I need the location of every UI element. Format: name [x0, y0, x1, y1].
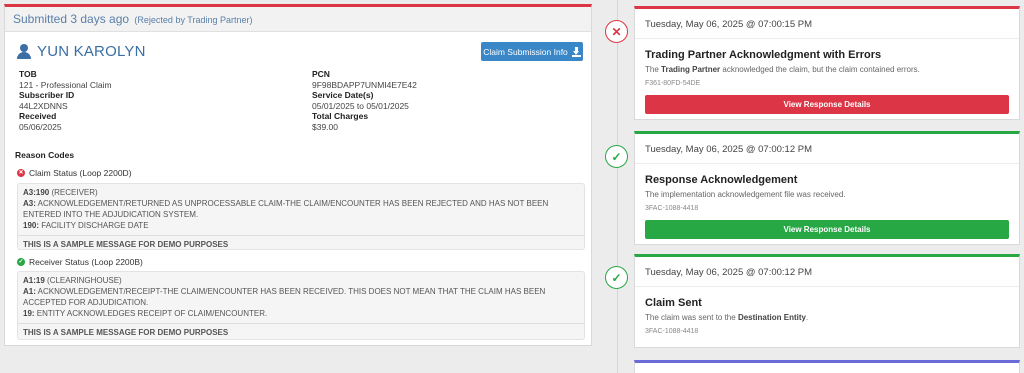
- claim-status-line: ✕ Claim Status (Loop 2200D): [17, 168, 132, 178]
- service-date-label: Service Date(s): [312, 90, 374, 100]
- check-circle-icon: ✓: [605, 266, 628, 289]
- event-date: Tuesday, May 06, 2025 @ 07:00:12 PM: [635, 134, 1019, 164]
- a-text: ACKNOWLEDGEMENT/RECEIPT-THE CLAIM/ENCOUN…: [23, 287, 546, 307]
- user-icon: [17, 44, 31, 59]
- claim-status-message: A3:190 (RECEIVER) A3: ACKNOWLEDGEMENT/RE…: [17, 183, 585, 250]
- timeline-event-trading-partner-error: Tuesday, May 06, 2025 @ 07:00:15 PM Trad…: [634, 6, 1020, 120]
- total-charges-label: Total Charges: [312, 111, 369, 121]
- receiver-status-message: A1:19 (CLEARINGHOUSE) A1: ACKNOWLEDGEMEN…: [17, 271, 585, 340]
- fields-left: TOB 121 - Professional Claim Subscriber …: [19, 69, 112, 132]
- code-line: A3:190: [23, 188, 50, 197]
- sample-message: THIS IS A SAMPLE MESSAGE FOR DEMO PURPOS…: [23, 328, 229, 337]
- check-icon: ✓: [17, 258, 25, 266]
- timeline-event-next: [634, 360, 1020, 373]
- received-value: 05/06/2025: [19, 121, 62, 132]
- b-text: ENTITY ACKNOWLEDGES RECEIPT OF CLAIM/ENC…: [36, 309, 268, 318]
- b-code: 190:: [23, 221, 40, 230]
- submission-header: Submitted 3 days ago (Rejected by Tradin…: [5, 7, 591, 32]
- sample-message: THIS IS A SAMPLE MESSAGE FOR DEMO PURPOS…: [23, 240, 229, 249]
- claim-card: Submitted 3 days ago (Rejected by Tradin…: [4, 4, 592, 346]
- tob-label: TOB: [19, 69, 37, 79]
- event-description: The claim was sent to the Destination En…: [645, 313, 809, 322]
- event-title: Claim Sent: [645, 297, 702, 309]
- event-date: Tuesday, May 06, 2025 @ 07:00:12 PM: [635, 257, 1019, 287]
- event-description: The implementation acknowledgement file …: [645, 190, 846, 199]
- total-charges-value: $39.00: [312, 121, 338, 132]
- b-text: FACILITY DISCHARGE DATE: [41, 221, 149, 230]
- reason-codes-title: Reason Codes: [15, 150, 75, 160]
- event-title: Response Acknowledgement: [645, 174, 798, 186]
- a-code: A1:: [23, 287, 36, 296]
- event-date: Tuesday, May 06, 2025 @ 07:00:15 PM: [635, 9, 1019, 39]
- patient-name-row: YUN KAROLYN: [17, 43, 146, 60]
- check-circle-icon: ✓: [605, 145, 628, 168]
- error-circle-icon: ✕: [605, 20, 628, 43]
- patient-name: YUN KAROLYN: [37, 43, 146, 60]
- claim-submission-info-button[interactable]: Claim Submission Info: [481, 42, 583, 61]
- b-code: 19:: [23, 309, 35, 318]
- a-text: ACKNOWLEDGEMENT/RETURNED AS UNPROCESSABL…: [23, 199, 549, 219]
- view-response-details-button[interactable]: View Response Details: [645, 95, 1009, 114]
- timeline-event-response-ack: Tuesday, May 06, 2025 @ 07:00:12 PM Resp…: [634, 131, 1020, 245]
- download-icon: [571, 47, 581, 57]
- a-code: A3:: [23, 199, 36, 208]
- claim-submission-info-label: Claim Submission Info: [483, 46, 568, 57]
- page: Submitted 3 days ago (Rejected by Tradin…: [0, 0, 1024, 373]
- code-line: A1:19: [23, 276, 45, 285]
- code-note: (CLEARINGHOUSE): [47, 276, 122, 285]
- pcn-value: 9F98BDAPP7UNMI4E7E42: [312, 79, 417, 90]
- claim-status-label: Claim Status (Loop 2200D): [29, 168, 132, 178]
- code-note: (RECEIVER): [51, 188, 98, 197]
- error-icon: ✕: [17, 169, 25, 177]
- subscriber-id-value: 44L2XDNNS: [19, 100, 68, 111]
- fields-right: PCN 9F98BDAPP7UNMI4E7E42 Service Date(s)…: [312, 69, 417, 132]
- receiver-status-label: Receiver Status (Loop 2200B): [29, 257, 143, 267]
- event-id: 3FAC-1088-4418: [645, 328, 699, 335]
- receiver-status-line: ✓ Receiver Status (Loop 2200B): [17, 257, 143, 267]
- timeline-line: [617, 0, 618, 373]
- event-id: 3FAC-1088-4418: [645, 205, 699, 212]
- event-id: F361-80FD-54DE: [645, 80, 701, 87]
- submitted-time: Submitted 3 days ago: [13, 12, 130, 26]
- subscriber-id-label: Subscriber ID: [19, 90, 75, 100]
- received-label: Received: [19, 111, 57, 121]
- timeline-event-claim-sent: Tuesday, May 06, 2025 @ 07:00:12 PM Clai…: [634, 254, 1020, 348]
- tob-value: 121 - Professional Claim: [19, 79, 112, 90]
- event-description: The Trading Partner acknowledged the cla…: [645, 65, 920, 74]
- event-title: Trading Partner Acknowledgment with Erro…: [645, 49, 882, 61]
- view-response-details-button[interactable]: View Response Details: [645, 220, 1009, 239]
- rejected-note: (Rejected by Trading Partner): [134, 15, 253, 25]
- pcn-label: PCN: [312, 69, 330, 79]
- service-date-value: 05/01/2025 to 05/01/2025: [312, 100, 409, 111]
